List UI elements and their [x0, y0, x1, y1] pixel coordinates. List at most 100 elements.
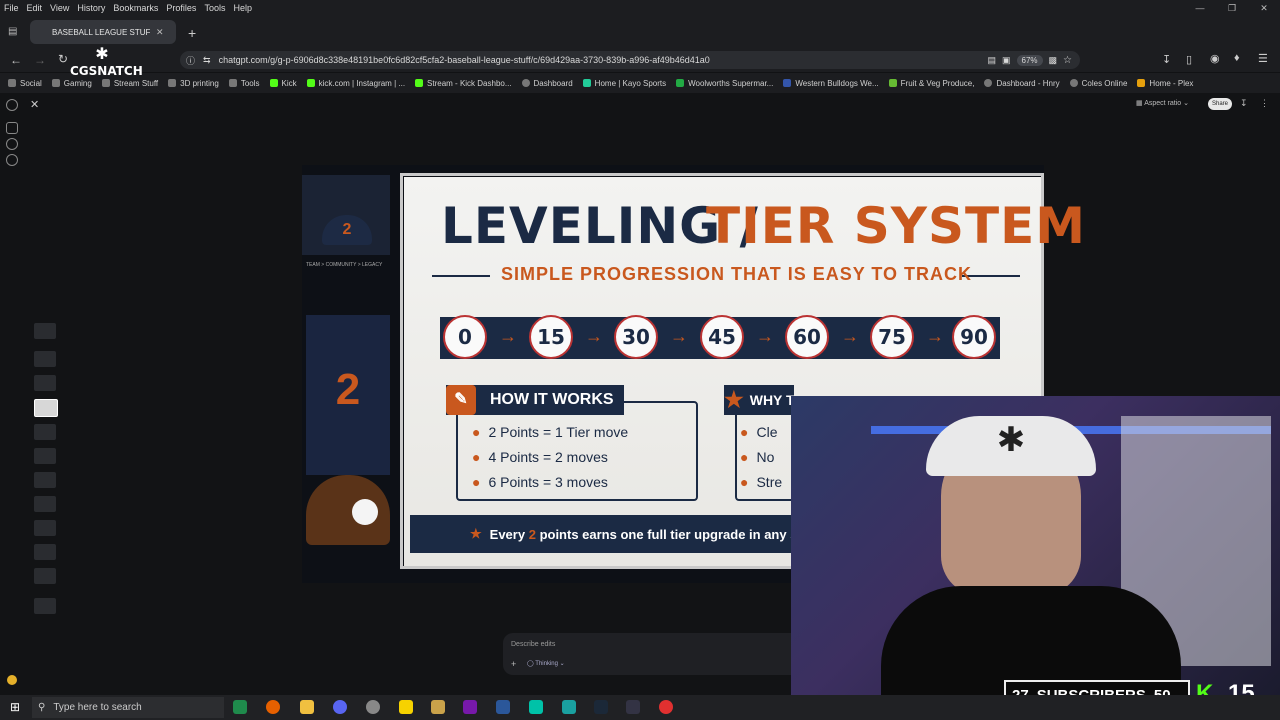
bookmark-kayo[interactable]: Home | Kayo Sports — [582, 79, 666, 88]
prompt-input[interactable]: Describe edits — [511, 641, 555, 648]
firefox-icon[interactable] — [266, 700, 280, 714]
image-thumbnail[interactable] — [34, 424, 56, 440]
windows-start-icon[interactable]: ⊞ — [10, 700, 20, 714]
how-it-works-header: ✎ HOW IT WORKS — [446, 385, 624, 415]
tier-ball: 45 — [700, 315, 744, 359]
menu-profiles[interactable]: Profiles — [166, 3, 196, 13]
image-thumbnail[interactable] — [34, 323, 56, 339]
kick-icon — [306, 79, 315, 87]
address-bar[interactable]: ⓘ ⇆ chatgpt.com/g/g-p-6906d8c338e48191be… — [180, 51, 1080, 69]
profile-avatar[interactable] — [7, 675, 17, 685]
account-icon[interactable]: ◉ — [1210, 52, 1220, 65]
file-explorer-icon[interactable] — [300, 700, 314, 714]
bookmark-stream-kick[interactable]: Stream - Kick Dashbo... — [415, 79, 512, 88]
kayo-icon — [582, 79, 591, 87]
forward-icon[interactable]: → — [34, 53, 46, 67]
star-icon: ✱ — [996, 421, 1026, 459]
downloads-icon[interactable]: ↧ — [1162, 53, 1171, 66]
bookmark-social[interactable]: Social — [8, 79, 42, 88]
app-menu-icon[interactable]: ☰ — [1258, 52, 1268, 65]
menu-history[interactable]: History — [77, 3, 105, 13]
add-icon[interactable]: + — [511, 659, 516, 669]
more-options-icon[interactable]: ⋮ — [1260, 98, 1269, 109]
app-icon[interactable] — [366, 700, 380, 714]
discord-icon[interactable] — [333, 700, 347, 714]
bookmark-plex[interactable]: Home - Plex — [1137, 79, 1193, 88]
how-item: ● 4 Points = 2 moves — [472, 449, 608, 465]
app-icon[interactable] — [431, 700, 445, 714]
bookmark-bulldogs[interactable]: Western Bulldogs We... — [783, 79, 879, 88]
image-thumbnail[interactable] — [34, 598, 56, 614]
back-icon[interactable]: ← — [10, 53, 22, 67]
bookmark-hnry[interactable]: Dashboard - Hnry — [984, 79, 1060, 88]
onenote-icon[interactable] — [463, 700, 477, 714]
notes-icon[interactable] — [399, 700, 413, 714]
tab-list-icon[interactable]: ▤ — [8, 26, 17, 37]
image-thumbnail[interactable] — [34, 568, 56, 584]
close-window-icon[interactable]: ✕ — [1248, 0, 1280, 16]
bookmark-label: kick.com | Instagram | ... — [318, 78, 406, 88]
permissions-icon[interactable]: ⇆ — [203, 55, 211, 66]
menu-tools[interactable]: Tools — [204, 3, 225, 13]
close-image-icon[interactable]: ✕ — [30, 98, 39, 111]
screenshot-icon[interactable]: ▣ — [1002, 55, 1011, 66]
tab-active[interactable]: BASEBALL LEAGUE STUFF - ✕ — [30, 20, 176, 44]
new-chat-icon[interactable] — [6, 122, 18, 134]
prompt-box[interactable]: Describe edits + ◯ Thinking ⌄ — [503, 633, 791, 675]
how-item-text: 6 Points = 3 moves — [488, 474, 608, 490]
search-chats-icon[interactable] — [6, 138, 18, 150]
bookmark-tools[interactable]: Tools — [228, 79, 260, 88]
image-thumbnail[interactable] — [34, 448, 56, 464]
why-item-text: Cle — [756, 424, 778, 440]
app-icon[interactable] — [626, 700, 640, 714]
share-button[interactable]: Share — [1208, 98, 1232, 110]
site-info-icon[interactable]: ⓘ — [186, 54, 195, 67]
reader-icon[interactable]: ▤ — [987, 55, 996, 66]
reload-icon[interactable]: ↻ — [58, 52, 68, 66]
points-banner: ★ Every 2 points earns one full tier upg… — [410, 515, 802, 553]
app-icon[interactable] — [562, 700, 576, 714]
download-icon[interactable]: ↧ — [1240, 98, 1248, 109]
bookmark-woolworths[interactable]: Woolworths Supermar... — [676, 79, 773, 88]
library-icon[interactable] — [6, 154, 18, 166]
bookmark-dashboard[interactable]: Dashboard — [521, 79, 573, 88]
new-tab-icon[interactable]: + — [188, 25, 196, 41]
subtitle: SIMPLE PROGRESSION THAT IS EASY TO TRACK — [501, 264, 973, 284]
bookmark-kick-instagram[interactable]: kick.com | Instagram | ... — [306, 78, 406, 88]
restore-icon[interactable]: ❐ — [1216, 0, 1248, 16]
bookmark-label: Kick — [281, 78, 297, 88]
steam-icon[interactable] — [594, 700, 608, 714]
taskbar-search[interactable]: ⚲ Type here to search — [32, 697, 224, 718]
bookmark-kick[interactable]: Kick — [269, 78, 297, 88]
extensions-icon[interactable]: ♦ — [1234, 52, 1240, 64]
bookmark-fruit-veg[interactable]: Fruit & Veg Produce, — [888, 79, 974, 88]
image-thumbnail[interactable] — [34, 520, 56, 536]
menu-bookmarks[interactable]: Bookmarks — [113, 3, 158, 13]
library-icon[interactable]: ▯ — [1186, 53, 1192, 66]
image-thumbnail[interactable] — [34, 375, 56, 391]
bookmark-3d-printing[interactable]: 3D printing — [168, 79, 219, 88]
image-thumbnail[interactable] — [34, 496, 56, 512]
close-tab-icon[interactable]: ✕ — [156, 27, 164, 38]
image-thumbnail[interactable] — [34, 544, 56, 560]
menu-edit[interactable]: Edit — [27, 3, 43, 13]
menu-view[interactable]: View — [50, 3, 69, 13]
menu-file[interactable]: File — [4, 3, 19, 13]
image-thumbnail[interactable] — [34, 472, 56, 488]
translate-icon[interactable]: ▩ — [1049, 55, 1058, 66]
maps-icon[interactable] — [659, 700, 673, 714]
bookmark-star-icon[interactable]: ☆ — [1063, 55, 1072, 66]
thinking-mode-button[interactable]: ◯ Thinking ⌄ — [527, 660, 565, 667]
image-thumbnail-selected[interactable] — [34, 399, 58, 417]
how-item: ● 6 Points = 3 moves — [472, 474, 608, 490]
chatgpt-logo-icon[interactable] — [6, 99, 18, 111]
minimize-icon[interactable]: — — [1184, 0, 1216, 16]
bookmark-coles[interactable]: Coles Online — [1069, 79, 1127, 88]
zoom-level[interactable]: 67% — [1016, 54, 1043, 66]
image-thumbnail[interactable] — [34, 351, 56, 367]
aspect-ratio-dropdown[interactable]: ▦ Aspect ratio ⌄ — [1136, 99, 1189, 107]
word-icon[interactable] — [496, 700, 510, 714]
excel-icon[interactable] — [233, 700, 247, 714]
menu-help[interactable]: Help — [233, 3, 252, 13]
app-icon[interactable] — [529, 700, 543, 714]
